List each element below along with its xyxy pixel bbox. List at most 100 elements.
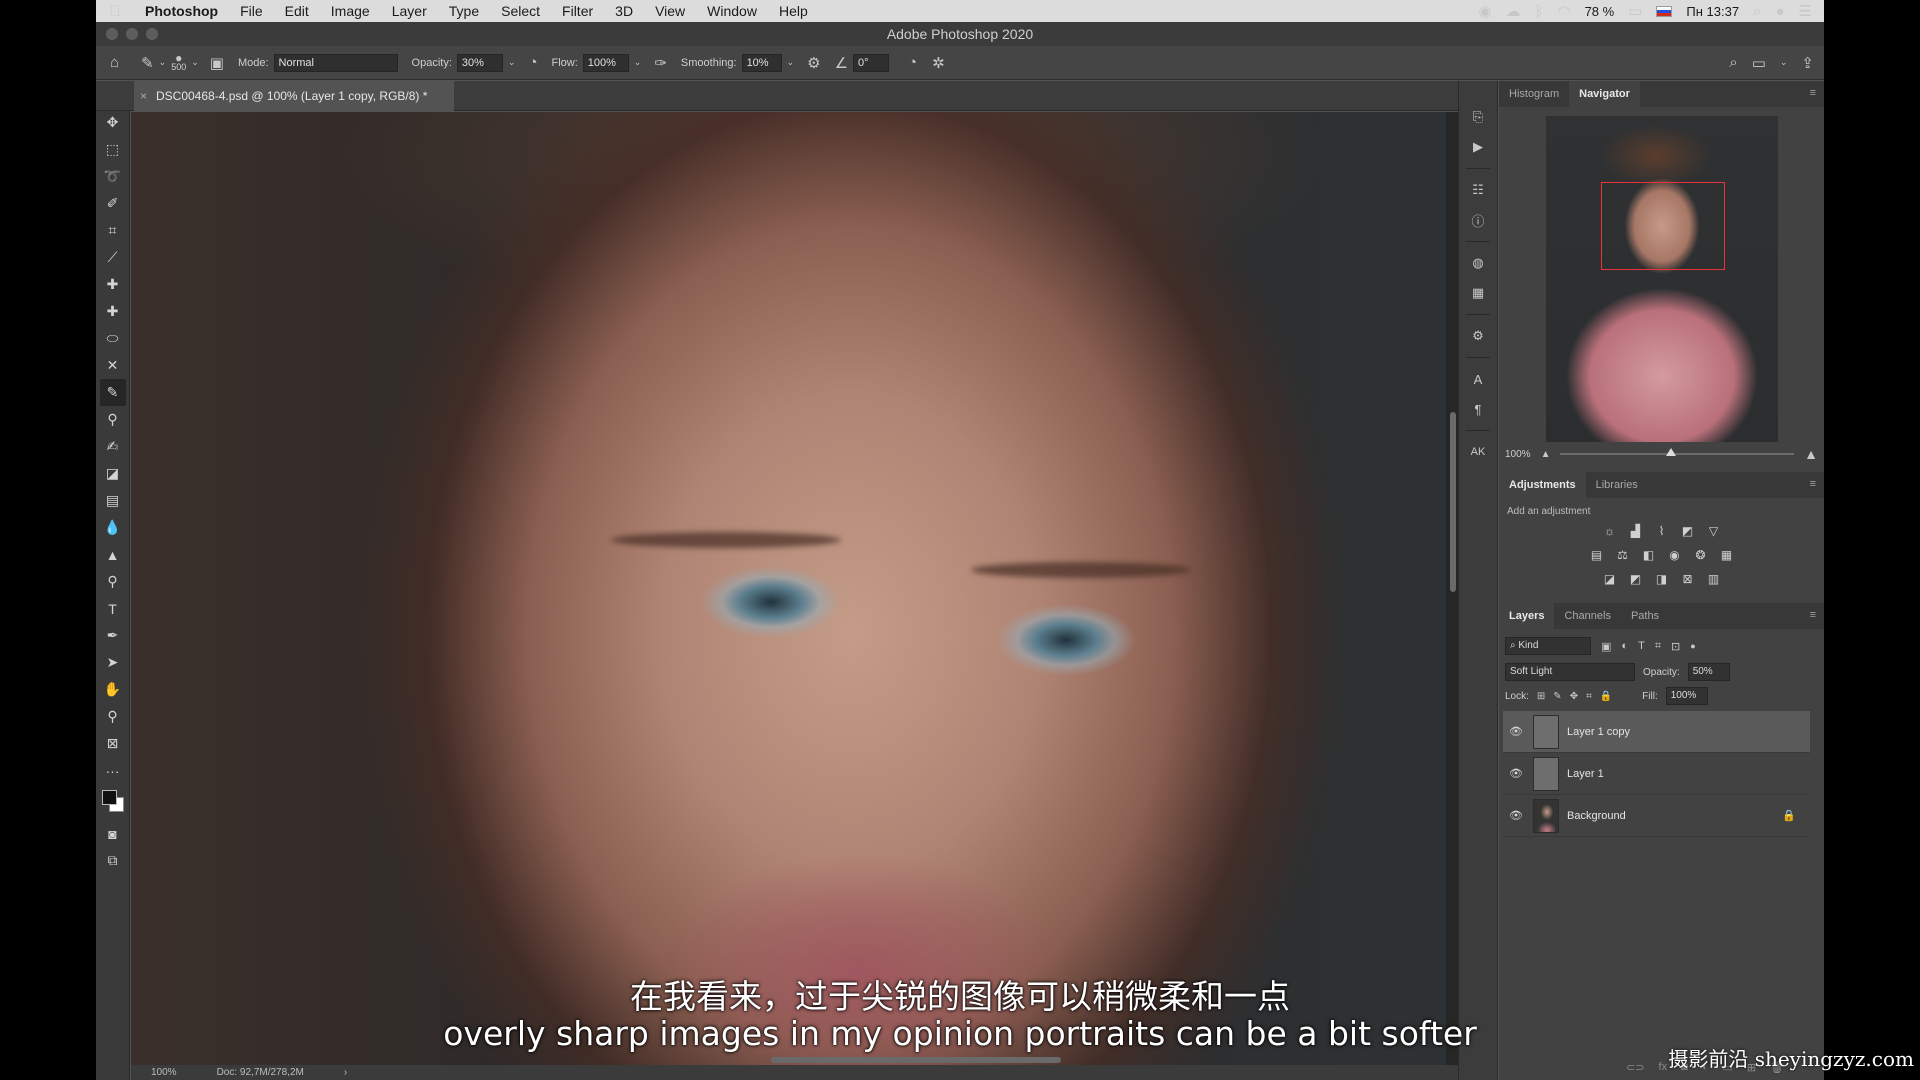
threshold-icon[interactable]: ◨ (1654, 571, 1670, 587)
menu-image[interactable]: Image (320, 3, 381, 19)
curves-icon[interactable]: ⌇ (1654, 523, 1670, 539)
content-aware-move-tool-icon[interactable]: ✕ (100, 352, 126, 379)
status-menu-arrow-icon[interactable]: › (344, 1065, 347, 1080)
share-icon[interactable]: ⇪ (1801, 54, 1814, 72)
pressure-opacity-icon[interactable]: ◔ (528, 54, 537, 71)
tab-paths[interactable]: Paths (1621, 603, 1669, 629)
minimize-window-button[interactable] (126, 28, 138, 40)
menu-3d[interactable]: 3D (604, 3, 644, 19)
chevron-down-icon[interactable]: ⌄ (1780, 57, 1788, 68)
menu-select[interactable]: Select (490, 3, 551, 19)
layer-name[interactable]: Layer 1 copy (1567, 726, 1630, 738)
history-icon[interactable]: ⎘ (1465, 105, 1491, 129)
layer-thumbnail[interactable] (1533, 756, 1559, 791)
layer-kind-filter[interactable]: ⌕ Kind (1505, 637, 1591, 655)
rectangular-marquee-tool-icon[interactable]: ⬚ (100, 136, 126, 163)
horizontal-scrollbar[interactable] (771, 1057, 1061, 1063)
zoom-tool-icon[interactable]: ⚲ (100, 703, 126, 730)
fill-field[interactable]: 100% (1665, 687, 1708, 705)
chevron-down-icon[interactable]: ⌄ (508, 57, 516, 68)
filter-smart-object-icon[interactable]: ⊡ (1671, 640, 1680, 653)
actions-play-icon[interactable]: ▶ (1465, 135, 1491, 159)
panel-menu-icon[interactable]: ≡ (1810, 87, 1816, 99)
layer-name[interactable]: Layer 1 (1567, 768, 1604, 780)
mode-select[interactable]: Normal (273, 53, 398, 72)
bluetooth-icon[interactable]: ᛒ (1534, 3, 1543, 20)
tab-adjustments[interactable]: Adjustments (1499, 472, 1586, 498)
tab-navigator[interactable]: Navigator (1569, 81, 1640, 107)
chevron-down-icon[interactable]: ⌄ (787, 57, 795, 68)
search-icon[interactable]: ⌕ (1729, 54, 1737, 71)
lock-transparency-icon[interactable]: ⊞ (1537, 691, 1545, 702)
spot-healing-brush-tool-icon[interactable]: ✚ (100, 271, 126, 298)
flow-field[interactable]: 100% (582, 53, 629, 72)
record-icon[interactable]: ◉ (1478, 2, 1491, 20)
blur-tool-icon[interactable]: 💧 (100, 514, 126, 541)
brush-size-picker[interactable]: ● 500 (171, 52, 186, 72)
canvas-area[interactable] (131, 112, 1458, 1065)
eyedropper-tool-icon[interactable]: ⟋ (100, 244, 126, 271)
tab-layers[interactable]: Layers (1499, 603, 1555, 629)
info-icon[interactable]: ⓘ (1465, 208, 1491, 232)
navigator-zoom-value[interactable]: 100% (1505, 449, 1531, 460)
clone-stamp-tool-icon[interactable]: ⚲ (100, 406, 126, 433)
spotlight-search-icon[interactable]: ⌕ (1753, 3, 1761, 20)
menu-layer[interactable]: Layer (381, 3, 438, 19)
color-lookup-icon[interactable]: ▦ (1719, 547, 1735, 563)
visibility-eye-icon[interactable]: 👁 (1503, 809, 1529, 822)
path-selection-tool-icon[interactable]: ➤ (100, 649, 126, 676)
lock-artboard-icon[interactable]: ⌗ (1586, 691, 1592, 702)
layer-thumbnail[interactable] (1533, 714, 1559, 749)
color-swatches[interactable] (100, 788, 126, 814)
battery-icon[interactable]: ▭ (1628, 2, 1642, 20)
lock-pixels-icon[interactable]: ✎ (1553, 691, 1561, 702)
menu-filter[interactable]: Filter (551, 3, 604, 19)
input-language-flag-icon[interactable] (1656, 5, 1673, 17)
apple-menu-icon[interactable]:  (96, 3, 134, 20)
swatches-icon[interactable]: ▦ (1465, 281, 1491, 305)
close-window-button[interactable] (106, 28, 118, 40)
zoom-in-icon[interactable]: ▲ (1804, 446, 1818, 462)
smoothing-field[interactable]: 10% (741, 53, 782, 72)
filter-type-icon[interactable]: T (1638, 640, 1645, 652)
blend-mode-select[interactable]: Soft Light (1505, 663, 1635, 681)
properties-icon[interactable]: ☷ (1465, 178, 1491, 202)
brush-tool-icon[interactable]: ✎ (99, 379, 126, 406)
menu-view[interactable]: View (644, 3, 696, 19)
status-zoom[interactable]: 100% (151, 1065, 177, 1080)
chevron-down-icon[interactable]: ⌄ (159, 57, 167, 68)
link-layers-icon[interactable]: ⊂⊃ (1626, 1061, 1644, 1074)
filter-shape-icon[interactable]: ⌗ (1655, 640, 1661, 653)
brush-settings-icon[interactable]: ⚙ (1465, 324, 1491, 348)
posterize-icon[interactable]: ◩ (1628, 571, 1644, 587)
menu-type[interactable]: Type (438, 3, 490, 19)
layer-row[interactable]: 👁 Background 🔒 (1503, 795, 1810, 837)
layer-opacity-field[interactable]: 50% (1687, 663, 1730, 681)
layer-style-fx-icon[interactable]: fx (1659, 1061, 1668, 1074)
hue-saturation-icon[interactable]: ⚖ (1615, 547, 1631, 563)
airbrush-icon[interactable]: ✑ (654, 54, 667, 72)
menubar-clock[interactable]: Пн 13:37 (1686, 4, 1739, 19)
menu-edit[interactable]: Edit (274, 3, 320, 19)
visibility-eye-icon[interactable]: 👁 (1503, 767, 1529, 780)
channel-mixer-icon[interactable]: ❂ (1693, 547, 1709, 563)
zoom-out-icon[interactable]: ▲ (1541, 449, 1551, 460)
filter-pixel-icon[interactable]: ▣ (1601, 640, 1611, 653)
patch-tool-icon[interactable]: ⬭ (100, 325, 126, 352)
foreground-color-swatch[interactable] (101, 790, 117, 805)
tab-histogram[interactable]: Histogram (1499, 81, 1569, 107)
screen-mode-icon[interactable]: ⧉ (100, 847, 126, 874)
smoothing-settings-gear-icon[interactable]: ⚙ (807, 54, 820, 72)
panel-menu-icon[interactable]: ≡ (1810, 609, 1816, 621)
menu-window[interactable]: Window (696, 3, 768, 19)
navigator-thumbnail[interactable] (1545, 116, 1778, 442)
visibility-eye-icon[interactable]: 👁 (1503, 725, 1529, 738)
selective-color-icon[interactable]: ⊠ (1680, 571, 1696, 587)
layer-row[interactable]: 👁 Layer 1 copy (1503, 711, 1810, 753)
glyphs-icon[interactable]: AK (1465, 440, 1491, 464)
angle-field[interactable]: 0° (853, 53, 890, 72)
portrait-photo[interactable] (131, 112, 1446, 1065)
type-tool-icon[interactable]: T (100, 595, 126, 622)
move-tool-icon[interactable]: ✥ (100, 109, 126, 136)
color-icon[interactable]: ◍ (1465, 251, 1491, 275)
